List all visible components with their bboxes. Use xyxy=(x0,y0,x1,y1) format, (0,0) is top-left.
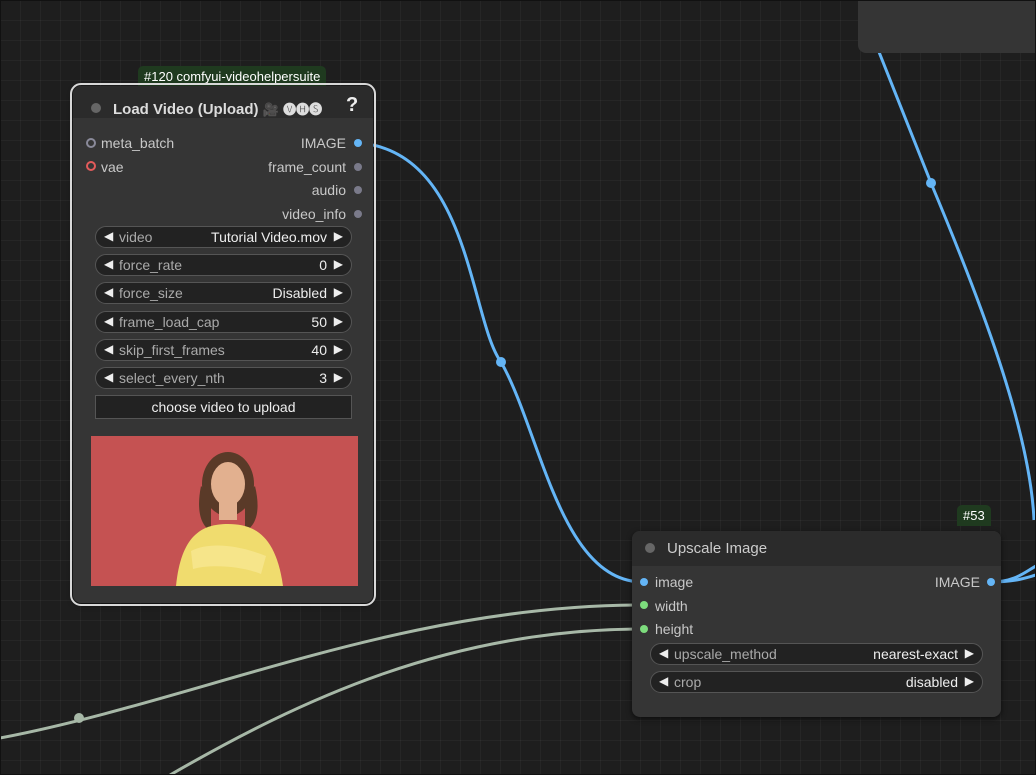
collapse-dot[interactable] xyxy=(645,543,655,553)
video-preview-frame xyxy=(91,436,358,586)
image-input-label: image xyxy=(655,574,694,590)
frame-count-output-dot[interactable] xyxy=(354,163,362,171)
crop-widget[interactable]: ◀ crop disabled ▶ xyxy=(650,671,983,693)
decrement-arrow-icon[interactable]: ◀ xyxy=(104,285,113,299)
height-input-label: height xyxy=(655,621,694,637)
node-title: Upscale Image xyxy=(667,540,768,557)
select-every-nth-widget[interactable]: ◀ select_every_nth 3 ▶ xyxy=(95,367,352,389)
node-title-bar[interactable]: Upscale Image xyxy=(632,531,1001,566)
increment-arrow-icon[interactable]: ▶ xyxy=(334,257,343,271)
width-input-label: width xyxy=(655,598,688,614)
increment-arrow-icon[interactable]: ▶ xyxy=(334,370,343,384)
width-input-dot[interactable] xyxy=(640,601,648,609)
node-title: Load Video (Upload) 🎥 🅥🅗🅢 xyxy=(113,101,323,118)
video-info-output-label: video_info xyxy=(282,206,346,222)
increment-arrow-icon[interactable]: ▶ xyxy=(965,646,974,660)
image-output-dot[interactable] xyxy=(987,578,995,586)
increment-arrow-icon[interactable]: ▶ xyxy=(965,674,974,688)
decrement-arrow-icon[interactable]: ◀ xyxy=(104,314,113,328)
help-icon[interactable]: ? xyxy=(346,94,358,117)
link-midpoint-dot[interactable] xyxy=(74,713,84,723)
frame-load-cap-widget[interactable]: ◀ frame_load_cap 50 ▶ xyxy=(95,311,352,333)
force-rate-widget[interactable]: ◀ force_rate 0 ▶ xyxy=(95,254,352,276)
meta-batch-input-label: meta_batch xyxy=(101,135,175,151)
upscale-method-widget[interactable]: ◀ upscale_method nearest-exact ▶ xyxy=(650,643,983,665)
vhs-icon: 🅥🅗🅢 xyxy=(283,102,323,117)
node-title-bar[interactable]: Load Video (Upload) 🎥 🅥🅗🅢 ? xyxy=(73,86,373,118)
vae-input-dot[interactable] xyxy=(86,161,96,171)
decrement-arrow-icon[interactable]: ◀ xyxy=(104,370,113,384)
decrement-arrow-icon[interactable]: ◀ xyxy=(104,342,113,356)
offscreen-node[interactable] xyxy=(858,0,1036,53)
increment-arrow-icon[interactable]: ▶ xyxy=(334,285,343,299)
link-to-width[interactable] xyxy=(0,603,644,740)
decrement-arrow-icon[interactable]: ◀ xyxy=(104,257,113,271)
video-info-output-dot[interactable] xyxy=(354,210,362,218)
frame-count-output-label: frame_count xyxy=(268,159,346,175)
choose-video-upload-button[interactable]: choose video to upload xyxy=(95,395,352,419)
video-combo-widget[interactable]: ◀ video Tutorial Video.mov ▶ xyxy=(95,226,352,248)
image-output-label: IMAGE xyxy=(300,135,346,151)
link-top-to-right[interactable] xyxy=(877,51,1036,521)
node-id-badge: #120 comfyui-videohelpersuite xyxy=(138,66,327,87)
decrement-arrow-icon[interactable]: ◀ xyxy=(659,674,668,688)
image-output-dot[interactable] xyxy=(354,139,362,147)
vae-input-label: vae xyxy=(101,159,124,175)
meta-batch-input-dot[interactable] xyxy=(86,138,96,148)
link-midpoint-dot[interactable] xyxy=(496,357,506,367)
audio-output-label: audio xyxy=(311,182,346,198)
increment-arrow-icon[interactable]: ▶ xyxy=(334,342,343,356)
link-to-height[interactable] xyxy=(169,627,644,775)
increment-arrow-icon[interactable]: ▶ xyxy=(334,229,343,243)
image-input-dot[interactable] xyxy=(640,578,648,586)
video-preview[interactable] xyxy=(91,436,358,586)
force-size-widget[interactable]: ◀ force_size Disabled ▶ xyxy=(95,282,352,304)
increment-arrow-icon[interactable]: ▶ xyxy=(334,314,343,328)
camera-icon: 🎥 xyxy=(262,102,279,117)
image-output-label: IMAGE xyxy=(934,574,980,590)
collapse-dot[interactable] xyxy=(91,103,101,113)
audio-output-dot[interactable] xyxy=(354,186,362,194)
decrement-arrow-icon[interactable]: ◀ xyxy=(104,229,113,243)
skip-first-frames-widget[interactable]: ◀ skip_first_frames 40 ▶ xyxy=(95,339,352,361)
decrement-arrow-icon[interactable]: ◀ xyxy=(659,646,668,660)
height-input-dot[interactable] xyxy=(640,625,648,633)
load-video-node[interactable]: Load Video (Upload) 🎥 🅥🅗🅢 ? meta_batch v… xyxy=(70,83,376,606)
node-id-badge: #53 xyxy=(957,505,991,526)
link-midpoint-dot[interactable] xyxy=(926,178,936,188)
upscale-image-node[interactable]: Upscale Image image width height IMAGE ◀… xyxy=(632,531,1001,717)
